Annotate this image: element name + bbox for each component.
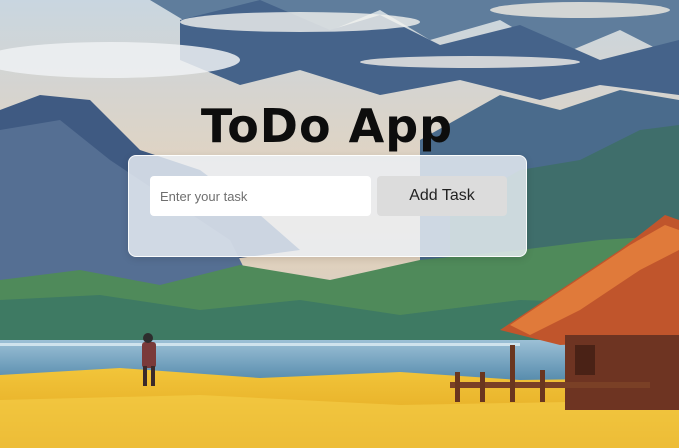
task-input[interactable] [150,176,371,216]
page-title: ToDo App [200,99,454,153]
add-task-button[interactable]: Add Task [377,176,507,216]
task-form-card: Add Task [128,155,527,257]
app-screen: ToDo App Add Task [0,0,679,448]
